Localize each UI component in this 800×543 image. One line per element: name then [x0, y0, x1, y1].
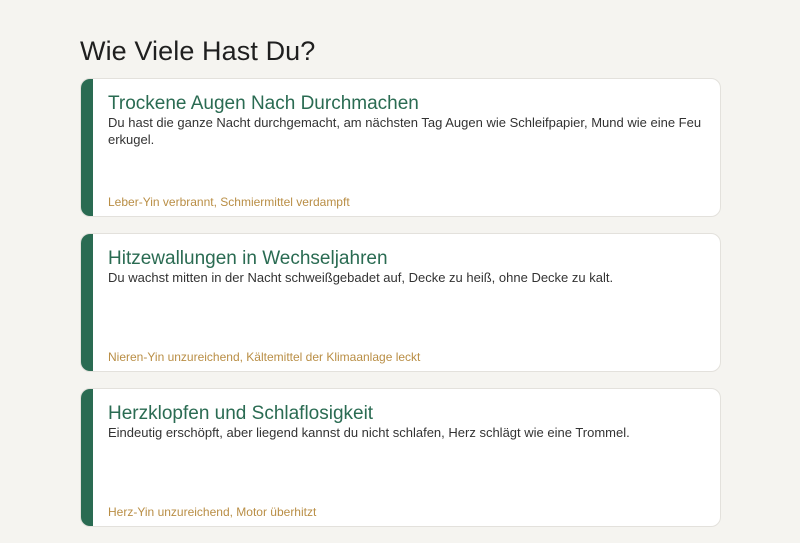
card-accent-bar	[81, 234, 93, 371]
card-accent-bar	[81, 79, 93, 216]
page-title: Wie Viele Hast Du?	[80, 36, 316, 66]
card-accent-bar	[81, 389, 93, 526]
card-description: Eindeutig erschöpft, aber liegend kannst…	[108, 425, 630, 440]
card-title: Herzklopfen und Schlaflosigkeit	[108, 403, 374, 424]
card-title: Hitzewallungen in Wechseljahren	[108, 248, 388, 269]
card-description: Du hast die ganze Nacht durchgemacht, am…	[108, 115, 702, 147]
symptom-card-list: Trockene Augen Nach Durchmachen Du hast …	[80, 78, 721, 543]
card-diagnosis-note: Nieren-Yin unzureichend, Kältemittel der…	[108, 350, 421, 364]
symptom-card[interactable]: Hitzewallungen in Wechseljahren Du wachs…	[80, 233, 721, 372]
card-diagnosis-note: Leber-Yin verbrannt, Schmiermittel verda…	[108, 195, 350, 209]
symptom-card[interactable]: Trockene Augen Nach Durchmachen Du hast …	[80, 78, 721, 217]
symptom-card[interactable]: Herzklopfen und Schlaflosigkeit Eindeuti…	[80, 388, 721, 527]
card-title: Trockene Augen Nach Durchmachen	[108, 93, 419, 114]
card-diagnosis-note: Herz-Yin unzureichend, Motor überhitzt	[108, 505, 317, 519]
card-description: Du wachst mitten in der Nacht schweißgeb…	[108, 270, 614, 285]
